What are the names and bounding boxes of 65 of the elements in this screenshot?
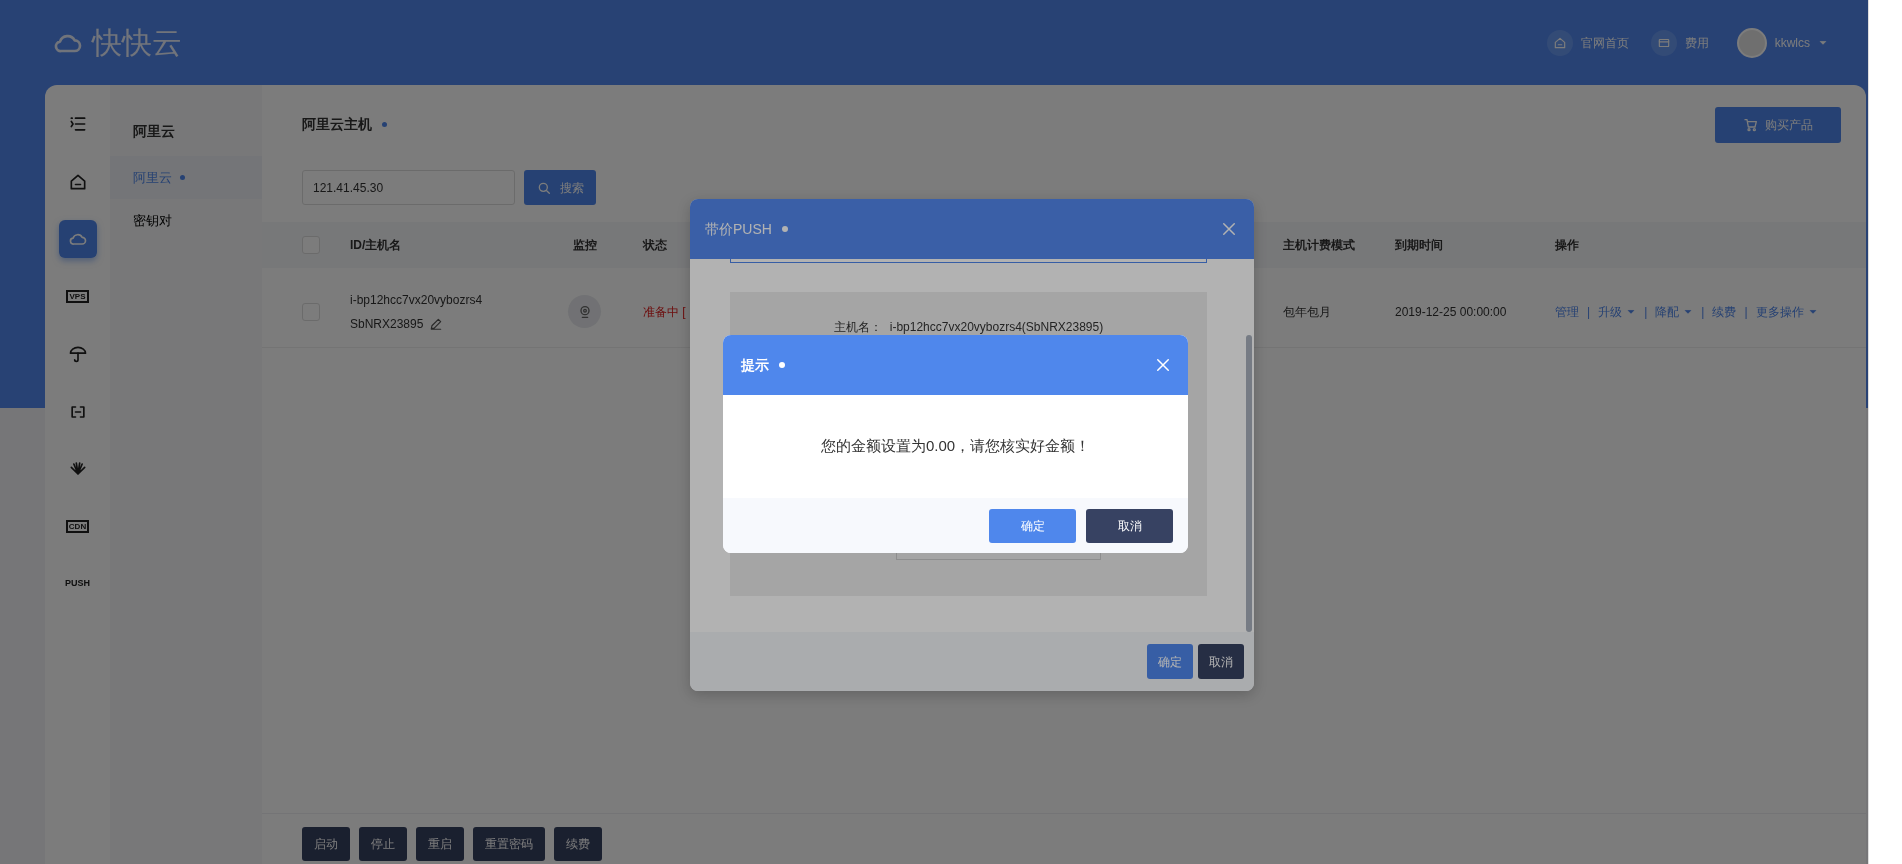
close-button[interactable] (1220, 220, 1238, 238)
action-button[interactable]: 重置密码 (473, 827, 545, 861)
cancel-button[interactable]: 取消 (1086, 508, 1173, 543)
header-link[interactable]: 官网首页 (1546, 29, 1629, 56)
action-button[interactable]: 续费 (554, 827, 602, 861)
expiry-time: 2019-12-25 00:00:00 (1395, 303, 1508, 321)
page-title: 阿里云主机 (302, 115, 372, 134)
column-header: 主机计费模式 (1283, 237, 1356, 254)
action-link[interactable]: 更多操作 (1755, 302, 1818, 321)
submenu-item[interactable]: 密钥对 (110, 199, 262, 242)
input-field[interactable] (730, 259, 1207, 263)
column-header: 状态 (643, 237, 668, 254)
dialog-title: 带价PUSH (705, 219, 772, 239)
field-value: i-bp12hcc7vx20vybozrs4(SbNRX23895) (889, 319, 1104, 336)
monitor-button[interactable] (568, 295, 601, 328)
search-field[interactable]: 121.41.45.30 (302, 170, 515, 205)
hostname: SbNRX23895 (350, 315, 424, 333)
close-icon (1154, 356, 1172, 374)
column-header: 监控 (573, 237, 598, 254)
cart-icon (1743, 116, 1759, 133)
separator: | (1701, 303, 1705, 321)
sidebar-item[interactable]: PUSH (58, 565, 97, 603)
separator: | (1587, 303, 1591, 321)
sidebar-item[interactable]: CDN (58, 507, 97, 546)
header-link[interactable]: 费用 (1650, 29, 1709, 56)
separator: | (1644, 303, 1648, 321)
action-link[interactable]: 升级 (1598, 302, 1637, 321)
scrollbar[interactable] (1246, 335, 1252, 632)
cancel-button[interactable]: 取消 (1198, 644, 1244, 679)
column-header: ID/主机名 (350, 237, 403, 254)
field-label: 主机名： (833, 319, 882, 336)
dot-icon (382, 122, 387, 127)
instance-id: i-bp12hcc7vx20vybozrs4 (350, 291, 484, 309)
menu-icon (67, 114, 88, 134)
status-text: 准备中 [ (643, 303, 687, 321)
column-header: 到期时间 (1395, 237, 1444, 254)
home-icon (1552, 35, 1567, 50)
user-menu[interactable]: kkwlcs (1774, 33, 1810, 52)
separator: | (1744, 303, 1748, 321)
dialog-title: 提示 (741, 355, 769, 375)
close-button[interactable] (1154, 356, 1172, 374)
edit-icon (429, 316, 444, 331)
column-header: 操作 (1555, 237, 1580, 254)
action-button[interactable]: 停止 (359, 827, 407, 861)
umbrella-icon (67, 344, 88, 364)
confirm-button[interactable]: 确定 (1147, 644, 1193, 679)
dot-icon (779, 362, 785, 368)
dot-icon (781, 226, 788, 232)
submenu-item[interactable]: 阿里云 (110, 156, 262, 199)
action-link[interactable]: 续费 (1712, 302, 1737, 321)
search-button[interactable]: 搜索 (524, 170, 596, 205)
close-icon (1220, 220, 1238, 238)
submenu-title: 阿里云 (132, 122, 176, 141)
user-avatar (1736, 27, 1767, 58)
action-button[interactable]: 重启 (416, 827, 464, 861)
logo-text: 快快云 (92, 25, 182, 61)
action-link[interactable]: 管理 (1555, 302, 1579, 321)
sidebar-item[interactable] (58, 220, 97, 258)
sidebar-item[interactable]: VPS (58, 277, 97, 316)
confirm-button[interactable]: 确定 (989, 508, 1076, 543)
buy-button[interactable]: 购买产品 (1715, 106, 1841, 143)
action-button[interactable]: 启动 (302, 827, 350, 861)
billing-mode: 包年包月 (1283, 303, 1332, 321)
action-link[interactable]: 降配 (1655, 302, 1694, 321)
alert-message: 您的金额设置为0.00，请您核实好金额！ (820, 436, 1091, 457)
